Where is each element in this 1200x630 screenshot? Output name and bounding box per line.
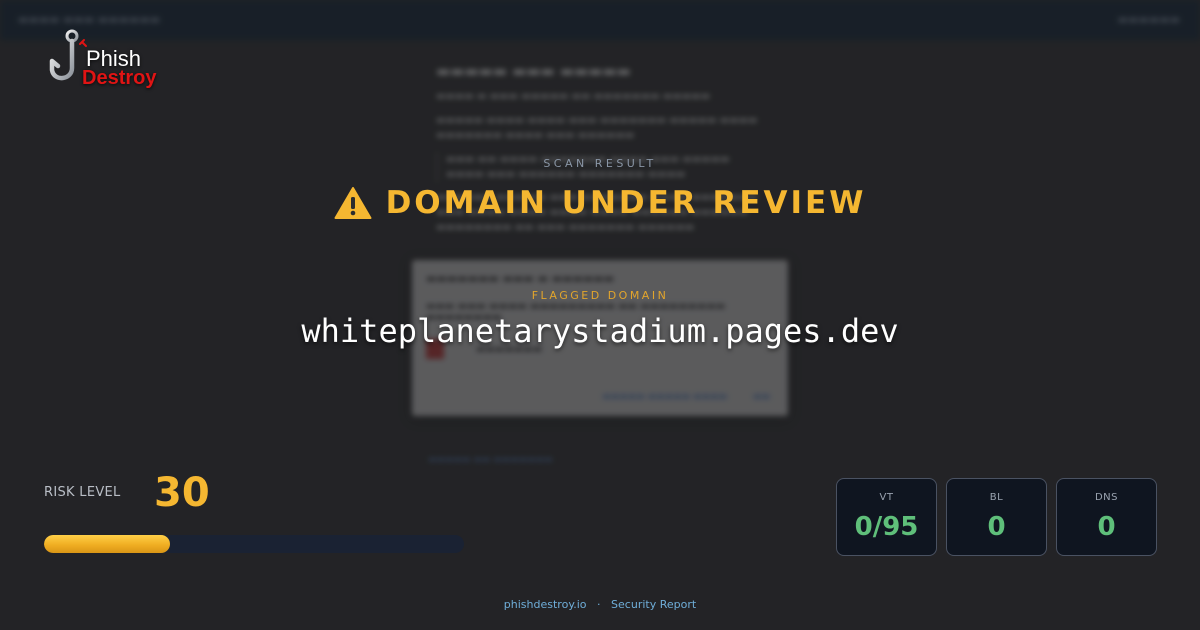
risk-level-value: 30: [154, 470, 210, 516]
stat-value: 0: [987, 512, 1006, 542]
footer: phishdestroy.io · Security Report: [0, 598, 1200, 611]
risk-level-label: RISK LEVEL: [44, 485, 121, 500]
flagged-domain-label: FLAGGED DOMAIN: [531, 289, 669, 302]
footer-report-label: Security Report: [611, 598, 697, 611]
risk-level-bar: [44, 535, 464, 553]
logo-text-destroy: Destroy: [82, 67, 157, 89]
footer-site-link[interactable]: phishdestroy.io: [504, 598, 587, 611]
stat-label: BL: [989, 492, 1004, 503]
stat-label: DNS: [1094, 492, 1119, 503]
phishdestroy-logo: Phish Destroy: [48, 28, 178, 96]
stat-value: 0: [1097, 512, 1116, 542]
stats-cards: VT 0/95 BL 0 DNS 0: [836, 478, 1166, 556]
stat-value: 0/95: [854, 512, 919, 542]
flagged-domain-value: whiteplanetarystadium.pages.dev: [301, 312, 899, 350]
scan-status-text: DOMAIN UNDER REVIEW: [385, 185, 867, 221]
stat-card-vt: VT 0/95: [836, 478, 937, 556]
stat-card-dns: DNS 0: [1056, 478, 1157, 556]
scan-status-headline: DOMAIN UNDER REVIEW: [0, 185, 1200, 221]
risk-level-bar-fill: [44, 535, 170, 553]
footer-separator: ·: [597, 598, 601, 611]
stat-card-bl: BL 0: [946, 478, 1047, 556]
stat-label: VT: [879, 492, 894, 503]
warning-triangle-icon: [334, 187, 372, 219]
scan-result-label: SCAN RESULT: [543, 157, 657, 170]
